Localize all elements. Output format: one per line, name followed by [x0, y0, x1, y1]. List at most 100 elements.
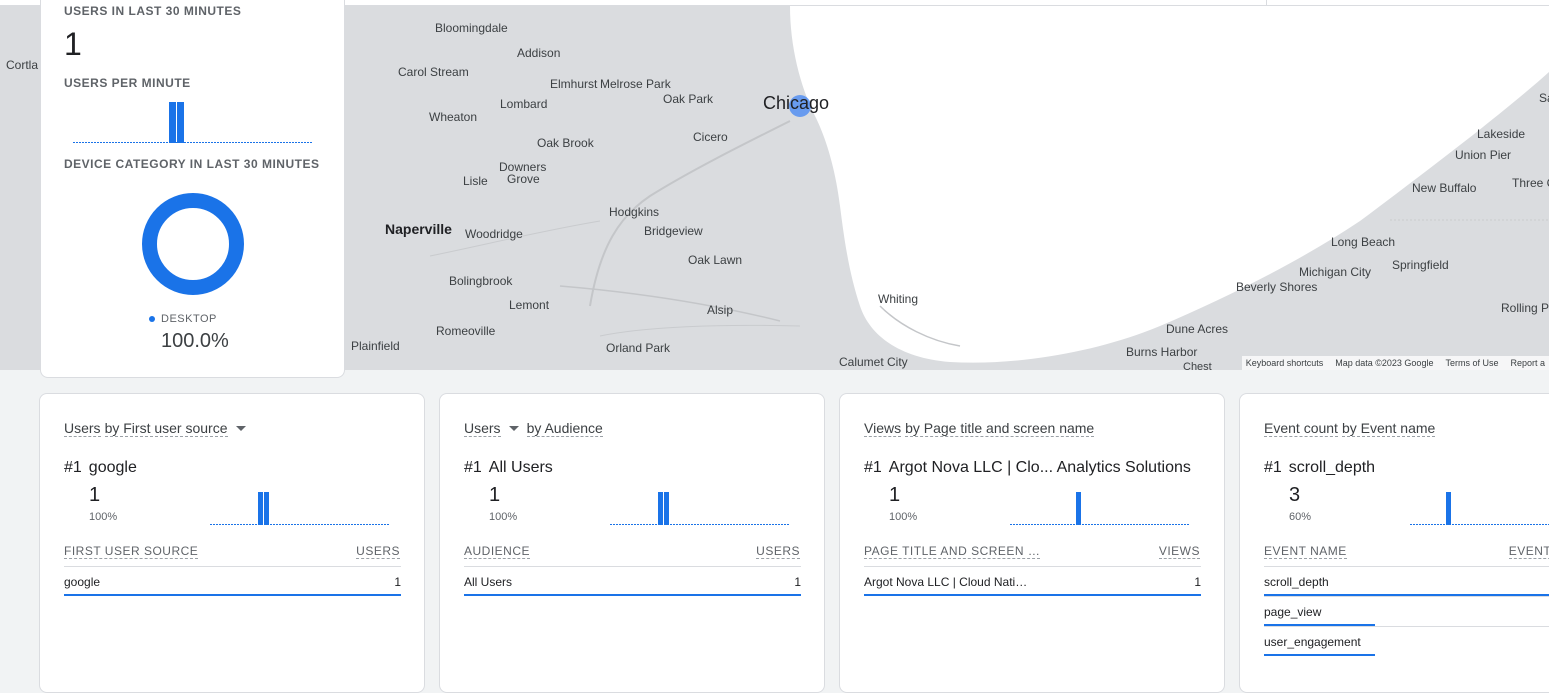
legend-dot-icon — [149, 316, 155, 322]
map-label: Chest — [1183, 361, 1212, 370]
sparkline-chart[interactable] — [210, 490, 390, 526]
top-item-percent: 100% — [89, 511, 118, 523]
table-row[interactable]: page_view 1 — [1264, 596, 1549, 626]
metric-selector[interactable]: Event count — [1264, 420, 1338, 437]
map-data-text: Map data ©2023 Google — [1335, 358, 1434, 368]
row-bar — [864, 594, 1201, 596]
rank-number: #1 — [1264, 459, 1282, 476]
map-label: Grove — [507, 172, 540, 186]
dimension-selector[interactable]: by Event name — [1341, 420, 1436, 437]
bar[interactable] — [169, 102, 176, 143]
map-label: Whiting — [878, 292, 919, 306]
per-minute-heading: USERS PER MINUTE — [64, 76, 191, 90]
map-label: Springfield — [1392, 258, 1449, 272]
map-label: Oak Park — [663, 92, 714, 106]
column-header-dimension[interactable]: AUDIENCE — [464, 544, 531, 559]
top-item-value: 1 — [89, 484, 101, 506]
map-label: Rolling P — [1501, 301, 1549, 315]
map-label: Melrose Park — [600, 77, 671, 91]
metric-selector[interactable]: Views — [864, 420, 902, 437]
device-value: 100.0% — [161, 330, 229, 352]
row-label: user_engagement — [1264, 635, 1361, 649]
row-bar — [1264, 654, 1376, 656]
row-label: google — [64, 575, 101, 589]
rank-number: #1 — [864, 459, 882, 476]
row-value: 1 — [1194, 575, 1201, 589]
bar[interactable] — [658, 492, 663, 525]
map-label: Elmhurst — [550, 77, 598, 91]
row-value: 1 — [794, 575, 801, 589]
sparkline-chart[interactable] — [1010, 490, 1190, 526]
map-label: Bloomingdale — [435, 21, 508, 35]
dropdown-caret-icon[interactable] — [235, 426, 246, 431]
report-link[interactable]: Report a — [1510, 358, 1545, 368]
dimension-selector[interactable]: by Page title and screen name — [905, 420, 1095, 437]
map-label: Wheaton — [429, 110, 478, 124]
card-title: Users by First user source — [64, 420, 250, 437]
bar[interactable] — [177, 102, 184, 143]
column-header-metric[interactable]: USERS — [356, 544, 400, 559]
table-row[interactable]: Argot Nova LLC | Cloud Nati… 1 — [864, 566, 1201, 596]
dimension-selector[interactable]: by Audience — [526, 420, 603, 437]
data-table: scroll_depth 3 page_view 1 user_engageme… — [1264, 566, 1549, 656]
map-label: Bolingbrook — [449, 274, 513, 288]
column-header-dimension[interactable]: EVENT NAME — [1264, 544, 1347, 559]
terms-link[interactable]: Terms of Use — [1445, 358, 1498, 368]
column-header-metric[interactable]: EVENT COUNT — [1508, 544, 1549, 559]
map-label: Romeoville — [436, 324, 496, 338]
device-label: DESKTOP — [161, 313, 217, 325]
sparkline-chart[interactable] — [1410, 490, 1549, 526]
map-label: Plainfield — [351, 339, 400, 353]
top-item-percent: 100% — [889, 511, 918, 523]
realtime-overview-card: USERS IN LAST 30 MINUTES 1 USERS PER MIN… — [40, 0, 345, 378]
row-label: All Users — [464, 575, 513, 589]
map-label: Orland Park — [606, 341, 671, 355]
map-label-major: Naperville — [385, 221, 452, 237]
map-label: Oak Lawn — [688, 253, 743, 267]
first-user-source-card: Users by First user source #1 google 1 10… — [39, 393, 425, 693]
device-donut-chart[interactable] — [142, 193, 244, 295]
column-header-metric[interactable]: VIEWS — [1158, 544, 1200, 559]
top-item-name: Argot Nova LLC | Clo... Analytics Soluti… — [888, 459, 1191, 476]
event-name-card: Event count by Event name #1 scroll_depth… — [1239, 393, 1549, 693]
map-label: Oak Brook — [537, 136, 594, 150]
data-table: google 1 — [64, 566, 401, 596]
top-item: #1 All Users — [464, 459, 553, 477]
dimension-selector[interactable]: by First user source — [104, 420, 228, 437]
table-row[interactable]: user_engagement 1 — [1264, 626, 1549, 656]
top-item-value: 1 — [489, 484, 501, 506]
map-label: Carol Stream — [398, 65, 469, 79]
dropdown-caret-icon[interactable] — [508, 426, 519, 431]
bar[interactable] — [664, 492, 669, 525]
row-label: page_view — [1264, 605, 1322, 619]
table-row[interactable]: google 1 — [64, 566, 401, 596]
map-label: New Buffalo — [1412, 181, 1477, 195]
metric-selector[interactable]: Users — [464, 420, 501, 437]
map-label: Union Pier — [1455, 148, 1512, 162]
map-label: Cortla — [6, 58, 39, 72]
card-title: Views by Page title and screen name — [864, 420, 1095, 437]
map-label: Lombard — [500, 97, 548, 111]
metric-selector[interactable]: Users — [64, 420, 101, 437]
column-header-dimension[interactable]: FIRST USER SOURCE — [64, 544, 199, 559]
users-per-minute-chart[interactable] — [73, 100, 313, 144]
table-row[interactable]: All Users 1 — [464, 566, 801, 596]
bar[interactable] — [1446, 492, 1451, 525]
map-label: Addison — [517, 46, 561, 60]
row-bar — [64, 594, 401, 596]
top-item: #1 google — [64, 459, 137, 477]
map-label: Three C — [1512, 176, 1549, 190]
map-label: Woodridge — [465, 227, 523, 241]
top-item: #1 scroll_depth — [1264, 459, 1375, 477]
bar[interactable] — [264, 492, 269, 525]
column-header-metric[interactable]: USERS — [756, 544, 800, 559]
keyboard-shortcuts-link[interactable]: Keyboard shortcuts — [1246, 358, 1324, 368]
card-title: Users by Audience — [464, 420, 603, 437]
sparkline-chart[interactable] — [610, 490, 790, 526]
bar[interactable] — [258, 492, 263, 525]
top-item-percent: 60% — [1289, 511, 1312, 523]
users-count: 1 — [64, 26, 82, 62]
column-header-dimension[interactable]: PAGE TITLE AND SCREEN … — [864, 544, 1041, 559]
bar[interactable] — [1076, 492, 1081, 525]
table-row[interactable]: scroll_depth 3 — [1264, 566, 1549, 596]
